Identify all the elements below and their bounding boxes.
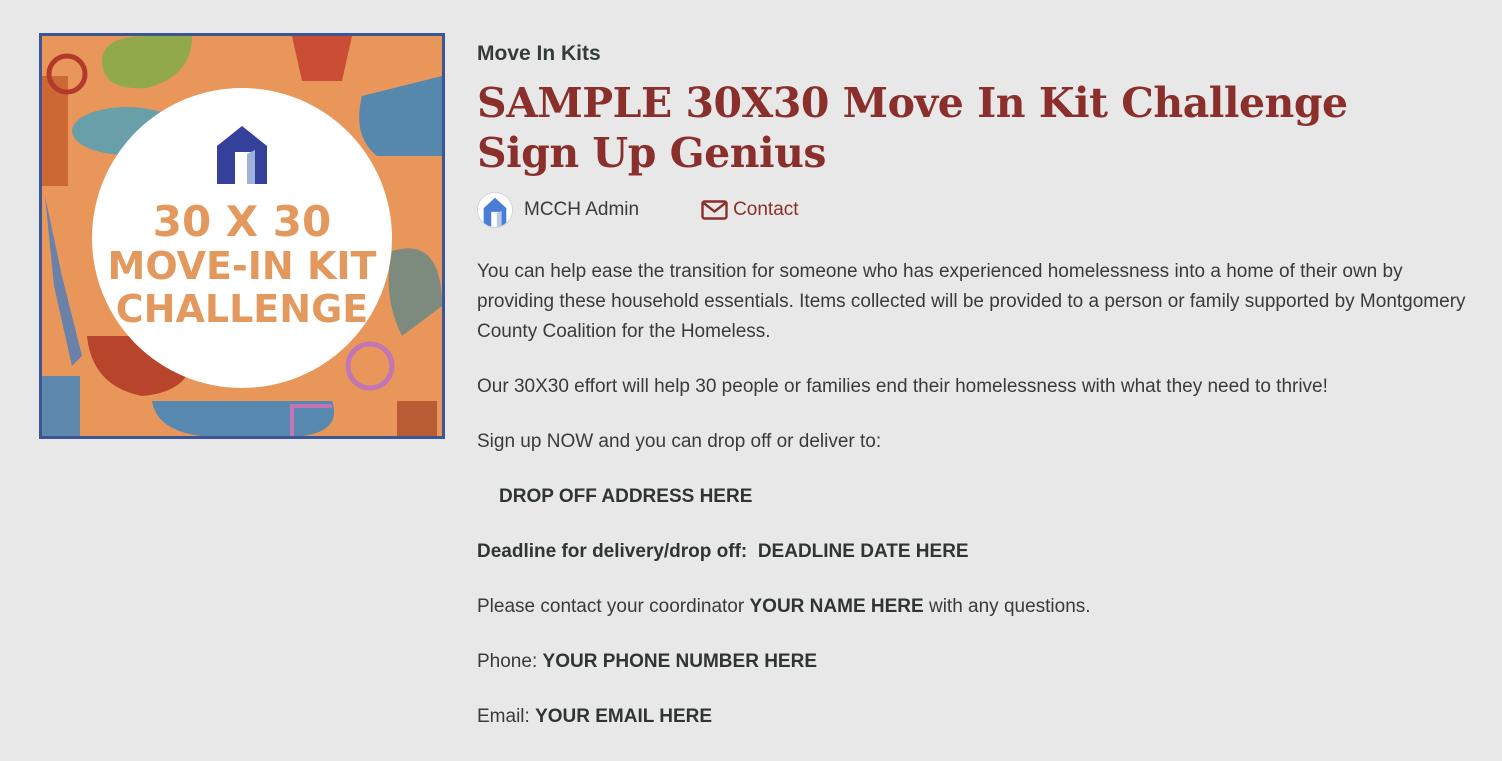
category-link[interactable]: Move In Kits <box>477 40 601 68</box>
drop-off-address: DROP OFF ADDRESS HERE <box>499 486 753 507</box>
house-logo-icon <box>478 193 512 227</box>
description-paragraph-1: You can help ease the transition for som… <box>477 261 1466 342</box>
coordinator-suffix: with any questions. <box>928 596 1091 617</box>
description-paragraph-3: Sign up NOW and you can drop off or deli… <box>477 431 882 452</box>
phone-line: Phone: YOUR PHONE NUMBER HERE <box>477 647 1467 677</box>
event-content: Move In Kits SAMPLE 30X30 Move In Kit Ch… <box>477 40 1467 757</box>
hero-line-2: MOVE-IN KIT <box>108 244 377 288</box>
coordinator-line: Please contact your coordinator YOUR NAM… <box>477 592 1467 622</box>
description-paragraph-2: Our 30X30 effort will help 30 people or … <box>477 376 1328 397</box>
contact-label: Contact <box>733 199 799 220</box>
coordinator-prefix: Please contact your coordinator <box>477 596 745 617</box>
author-name[interactable]: MCCH Admin <box>524 199 639 221</box>
email-label: Email: <box>477 706 530 727</box>
mail-icon <box>701 200 728 220</box>
contact-button[interactable]: Contact <box>701 199 799 221</box>
author-meta: MCCH Admin Contact <box>477 190 1467 230</box>
description: You can help ease the transition for som… <box>477 257 1467 732</box>
hero-image: 30 X 30 MOVE-IN KIT CHALLENGE <box>39 33 445 439</box>
page-title: SAMPLE 30X30 Move In Kit Challenge Sign … <box>477 79 1348 177</box>
coordinator-name: YOUR NAME HERE <box>749 596 924 617</box>
phone-label: Phone: <box>477 651 538 672</box>
deadline-label: Deadline for delivery/drop off: <box>477 541 748 562</box>
move-in-kit-graphic: 30 X 30 MOVE-IN KIT CHALLENGE <box>42 36 442 436</box>
hero-line-1: 30 X 30 <box>153 197 332 246</box>
author-avatar[interactable] <box>477 192 513 228</box>
email-line: Email: YOUR EMAIL HERE <box>477 702 1467 732</box>
email-value: YOUR EMAIL HERE <box>535 706 713 727</box>
phone-value: YOUR PHONE NUMBER HERE <box>542 651 817 672</box>
deadline-line: Deadline for delivery/drop off: DEADLINE… <box>477 537 1467 567</box>
hero-line-3: CHALLENGE <box>116 287 368 331</box>
deadline-value: DEADLINE DATE HERE <box>757 541 969 562</box>
